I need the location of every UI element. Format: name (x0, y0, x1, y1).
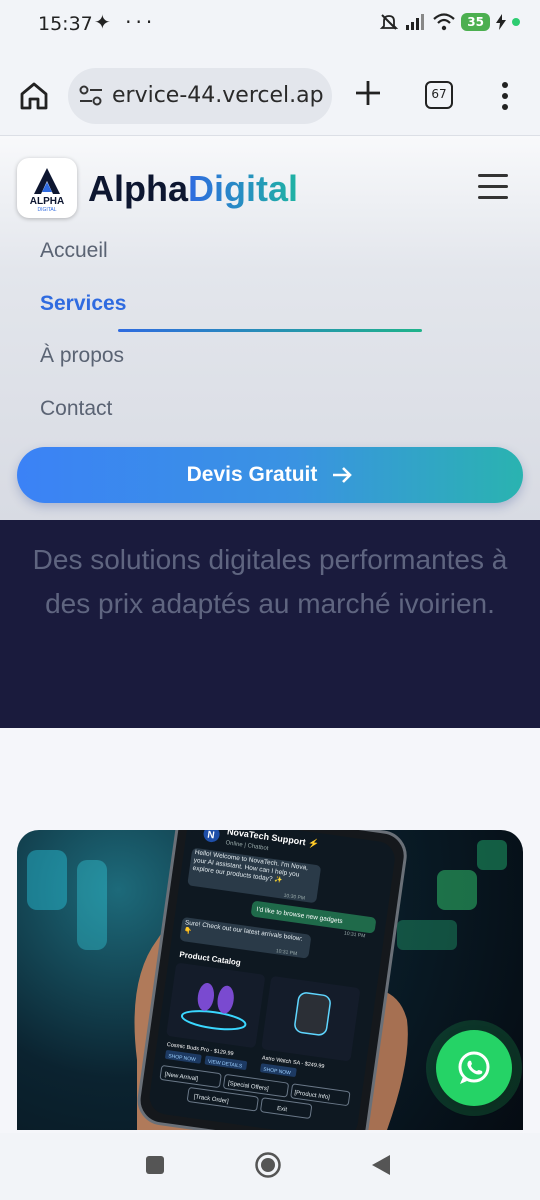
wifi-icon (433, 13, 456, 31)
address-bar[interactable]: ervice-44.vercel.app (68, 68, 332, 124)
status-right-icons: 35 (379, 12, 520, 32)
nav-active-underline (118, 329, 422, 332)
back-icon[interactable] (370, 1153, 392, 1177)
hero-subtitle: Des solutions digitales performantes à d… (32, 544, 508, 619)
bokeh-light (77, 860, 107, 950)
more-menu-icon[interactable] (495, 80, 515, 112)
menu-toggle-button[interactable] (478, 174, 508, 200)
svg-text:N: N (207, 830, 216, 841)
logo[interactable]: ALPHA DIGITAL (17, 158, 77, 218)
whatsapp-icon (458, 1051, 490, 1084)
home-nav-icon[interactable] (254, 1151, 282, 1179)
logo-text: ALPHA (30, 196, 64, 207)
hamburger-line (478, 174, 508, 177)
brand-name[interactable]: AlphaDigital (88, 168, 298, 210)
nav-item-accueil[interactable]: Accueil (40, 239, 108, 263)
bokeh-light (27, 850, 67, 910)
url-text[interactable]: ervice-44.vercel.app (112, 83, 324, 108)
nav-item-a-propos[interactable]: À propos (40, 344, 124, 368)
new-tab-icon[interactable] (353, 78, 383, 108)
site-settings-icon[interactable] (78, 84, 104, 108)
nav-item-services[interactable]: Services (40, 292, 126, 316)
cta-label: Devis Gratuit (186, 463, 318, 486)
privacy-dot-icon (512, 18, 520, 26)
status-bar: 15:37 ✦ ··· 35 (0, 0, 540, 50)
brand-part-2: Digital (188, 168, 299, 209)
hamburger-line (478, 196, 508, 199)
logo-mark-icon: ALPHA DIGITAL (30, 168, 64, 213)
home-icon[interactable] (18, 80, 50, 112)
smartphone: N NovaTech Support ⚡ Online | Chatbot He… (137, 830, 407, 1130)
logo-subtext: DIGITAL (37, 207, 56, 213)
signal-icon (406, 14, 425, 30)
devis-gratuit-button[interactable]: Devis Gratuit (17, 447, 523, 503)
charging-icon (496, 14, 506, 30)
bokeh-light (397, 920, 457, 950)
whatsapp-button[interactable] (436, 1030, 512, 1106)
status-time: 15:37 (38, 13, 93, 35)
site-header: ALPHA DIGITAL AlphaDigital Accueil Servi… (0, 136, 540, 520)
mute-icon (380, 14, 399, 30)
battery-indicator: 35 (461, 13, 490, 31)
arrow-right-icon (333, 467, 353, 483)
nav-item-contact[interactable]: Contact (40, 397, 112, 421)
hero-section: Des solutions digitales performantes à d… (0, 520, 540, 728)
bokeh-light (437, 870, 477, 910)
hamburger-line (478, 185, 508, 188)
brand-part-1: Alpha (88, 168, 189, 209)
system-navigation-bar (0, 1133, 540, 1200)
page: 15:37 ✦ ··· 35 ervice-44.vercel.app 67 A… (0, 0, 540, 1200)
recents-icon[interactable] (144, 1154, 166, 1176)
browser-toolbar: ervice-44.vercel.app 67 (0, 50, 540, 136)
bokeh-light (477, 840, 507, 870)
status-left-icons: ✦ ··· (94, 10, 157, 34)
tab-switcher-button[interactable]: 67 (425, 81, 453, 109)
